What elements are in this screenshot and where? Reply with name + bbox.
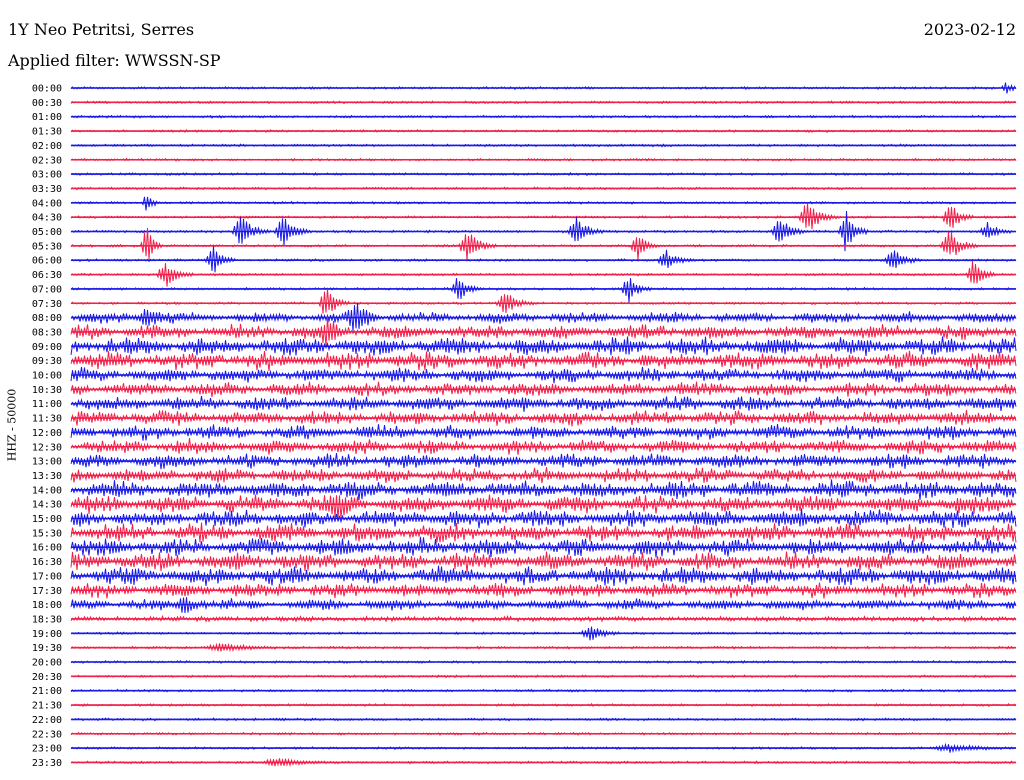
row-time-label: 14:30 [32, 500, 62, 511]
row-time-label: 10:00 [32, 371, 62, 382]
row-time-label: 17:30 [32, 586, 62, 597]
row-time-label: 17:00 [32, 571, 62, 582]
row-time-label: 18:00 [32, 600, 62, 611]
row-time-label: 00:00 [32, 84, 62, 95]
row-time-label: 13:00 [32, 457, 62, 468]
row-time-label: 13:30 [32, 471, 62, 482]
trace-row [70, 203, 1017, 230]
row-time-label: 06:30 [32, 270, 62, 281]
row-time-label: 21:00 [32, 686, 62, 697]
row-time-label: 09:30 [32, 356, 62, 367]
row-time-label: 03:30 [32, 184, 62, 195]
row-time-label: 07:30 [32, 299, 62, 310]
trace-row [70, 246, 1017, 273]
row-time-label: 08:00 [32, 313, 62, 324]
row-time-label: 16:00 [32, 543, 62, 554]
row-time-label: 01:30 [32, 127, 62, 138]
row-time-label: 02:00 [32, 141, 62, 152]
row-time-label: 09:00 [32, 342, 62, 353]
row-time-label: 00:30 [32, 98, 62, 109]
trace-row [70, 288, 1017, 314]
row-time-label: 04:30 [32, 213, 62, 224]
row-time-label: 05:30 [32, 241, 62, 252]
row-time-label: 08:30 [32, 327, 62, 338]
row-time-label: 20:00 [32, 658, 62, 669]
row-time-label: 03:00 [32, 170, 62, 181]
row-time-label: 19:30 [32, 643, 62, 654]
row-time-label: 21:30 [32, 701, 62, 712]
row-time-label: 23:00 [32, 744, 62, 755]
row-time-label: 05:00 [32, 227, 62, 238]
row-time-label: 06:00 [32, 256, 62, 267]
row-time-label: 11:30 [32, 414, 62, 425]
row-time-label: 18:30 [32, 614, 62, 625]
row-time-label: 19:00 [32, 629, 62, 640]
row-time-label: 16:30 [32, 557, 62, 568]
row-time-label: 04:00 [32, 198, 62, 209]
row-time-label: 23:30 [32, 758, 62, 769]
trace-row [70, 278, 1017, 303]
row-time-label: 14:00 [32, 485, 62, 496]
row-time-label: 01:00 [32, 112, 62, 123]
row-time-label: 02:30 [32, 155, 62, 166]
row-time-label: 22:00 [32, 715, 62, 726]
row-time-label: 12:30 [32, 442, 62, 453]
row-time-label: 15:00 [32, 514, 62, 525]
trace-row [70, 196, 1017, 211]
row-time-label: 11:00 [32, 399, 62, 410]
row-time-label: 07:00 [32, 284, 62, 295]
seismogram-plot: 00:00 00:30 01:00 01:30 02:00 02:30 03:00 03:30… [32, 82, 1017, 769]
row-time-label: 10:30 [32, 385, 62, 396]
row-time-label: 12:00 [32, 428, 62, 439]
row-time-label: 20:30 [32, 672, 62, 683]
row-time-label: 15:30 [32, 528, 62, 539]
row-time-label: 22:30 [32, 729, 62, 740]
